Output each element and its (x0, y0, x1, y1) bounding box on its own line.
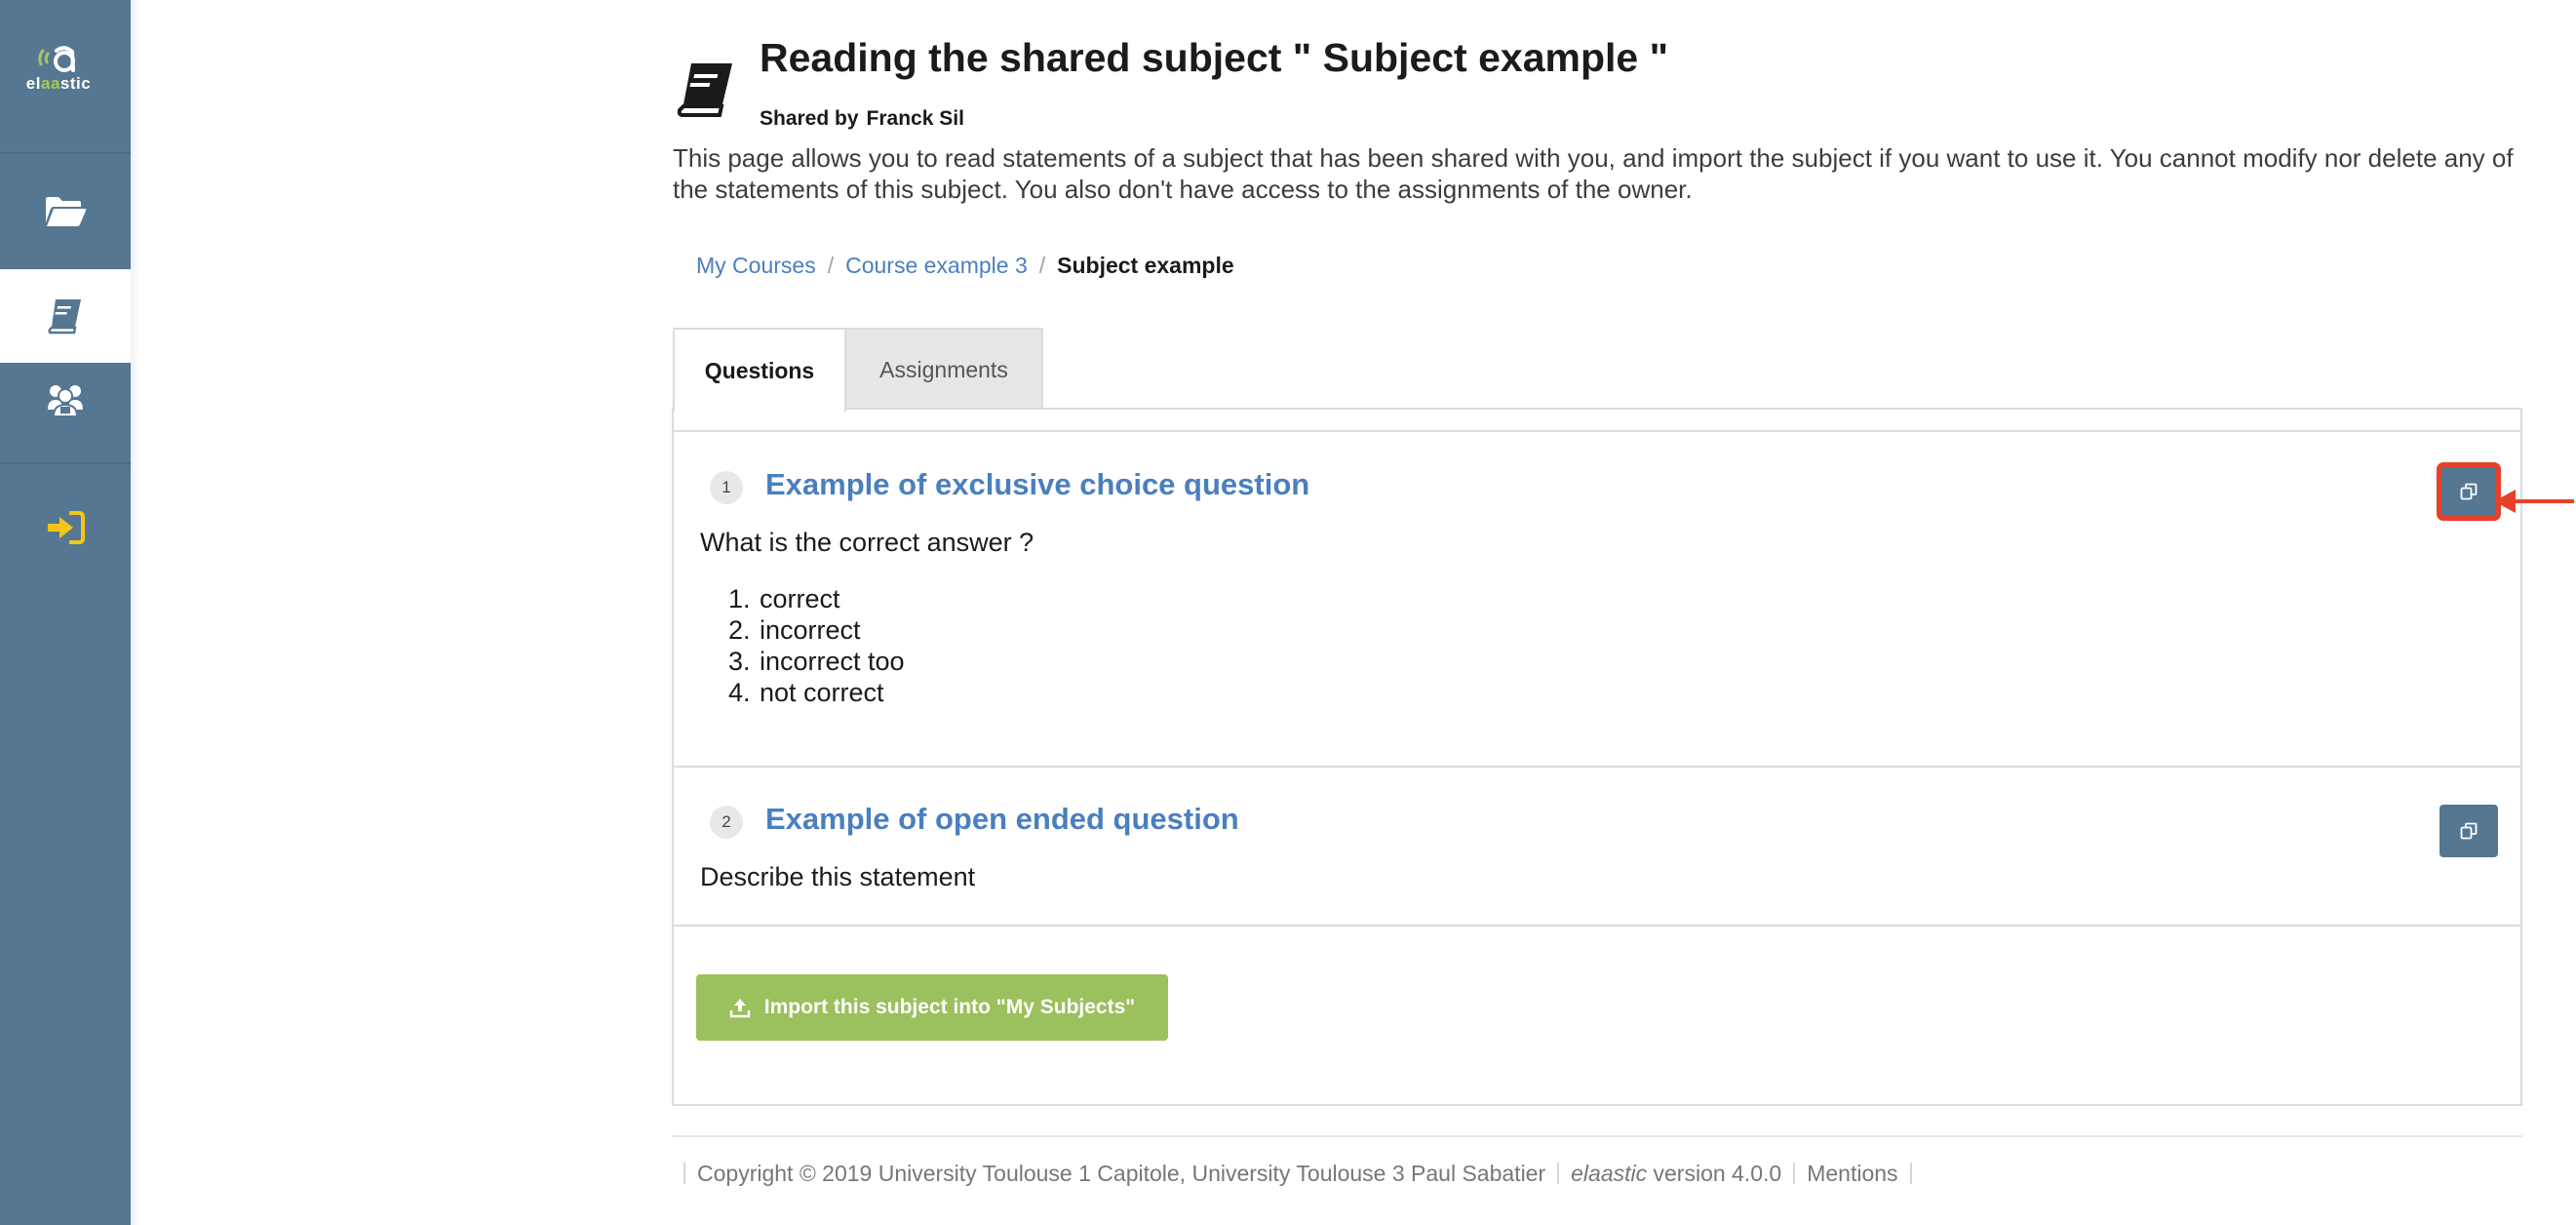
footer-brand: elaastic (1571, 1161, 1648, 1186)
footer-divider (672, 1135, 2522, 1137)
upload-icon (729, 999, 751, 1018)
breadcrumb-separator: / (1038, 253, 1046, 278)
question-card: 2 Example of open ended question Describ… (672, 766, 2522, 927)
sign-in-icon (48, 511, 85, 544)
annotation-arrow-icon (2494, 490, 2574, 513)
footer-separator (1557, 1163, 1560, 1184)
footer-separator (1909, 1163, 1912, 1184)
import-subject-button[interactable]: Import this subject into "My Subjects" (696, 974, 1168, 1041)
sidebar-item-courses[interactable] (0, 154, 131, 269)
question-title[interactable]: Example of open ended question (765, 802, 1239, 837)
shared-by: Shared by Franck Sil (760, 107, 964, 131)
footer-copyright: Copyright © 2019 University Toulouse 1 C… (697, 1161, 1546, 1186)
sidebar: elaastic (0, 0, 131, 1225)
question-number-badge: 2 (710, 806, 743, 839)
question-statement: Describe this statement (700, 862, 976, 891)
sidebar-item-login[interactable] (0, 464, 131, 591)
choice-item: incorrect (758, 614, 905, 646)
footer-separator (683, 1163, 685, 1184)
question-number-badge: 1 (710, 471, 743, 504)
choice-list: correct incorrect incorrect too not corr… (734, 583, 905, 708)
breadcrumb-link-my-courses[interactable]: My Courses (696, 253, 816, 278)
sidebar-item-groups[interactable] (0, 363, 131, 460)
breadcrumb-link-course[interactable]: Course example 3 (845, 253, 1028, 278)
breadcrumb-separator: / (827, 253, 835, 278)
copy-icon (2460, 483, 2478, 500)
shared-by-label: Shared by (760, 107, 859, 130)
sidebar-shadow (131, 0, 138, 1225)
page-description: This page allows you to read statements … (673, 143, 2514, 204)
choice-item: correct (758, 583, 905, 614)
logo-wordmark: elaastic (25, 74, 92, 93)
choice-item: incorrect too (758, 646, 905, 677)
question-card: 1 Example of exclusive choice question W… (672, 430, 2522, 768)
sidebar-item-subjects[interactable] (0, 269, 131, 363)
page-title: Reading the shared subject " Subject exa… (760, 35, 1669, 80)
logo-mark-icon (38, 46, 75, 72)
duplicate-question-button[interactable] (2437, 462, 2501, 521)
users-icon (48, 385, 83, 417)
duplicate-question-button[interactable] (2439, 805, 2498, 857)
app-logo[interactable]: elaastic (0, 0, 131, 152)
import-subject-label: Import this subject into "My Subjects" (763, 996, 1136, 1018)
shared-by-name: Franck Sil (866, 107, 964, 130)
book-icon (48, 299, 81, 335)
breadcrumb-current: Subject example (1057, 253, 1234, 278)
tab-questions[interactable]: Questions (673, 328, 846, 412)
folder-open-icon (46, 197, 87, 226)
footer-separator (1793, 1163, 1796, 1184)
footer: Copyright © 2019 University Toulouse 1 C… (672, 1161, 1924, 1187)
footer-mentions-link[interactable]: Mentions (1807, 1161, 1897, 1186)
footer-version: version 4.0.0 (1653, 1161, 1782, 1186)
copy-icon (2460, 822, 2478, 840)
breadcrumb: My Courses / Course example 3 / Subject exam… (696, 253, 1234, 279)
tab-assignments[interactable]: Assignments (846, 328, 1043, 410)
choice-item: not correct (758, 677, 905, 708)
question-title[interactable]: Example of exclusive choice question (765, 467, 1309, 502)
question-statement: What is the correct answer ? (700, 528, 1034, 557)
book-icon (677, 63, 732, 117)
